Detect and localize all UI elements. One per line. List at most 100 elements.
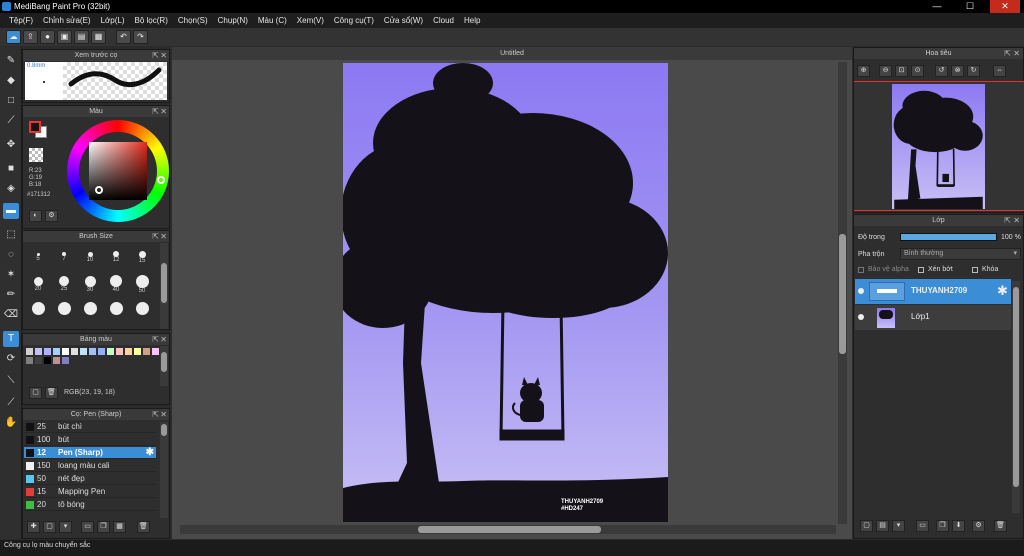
undock-icon[interactable]: ⇱ [1004, 48, 1011, 59]
menu-cloud[interactable]: Cloud [428, 13, 459, 28]
brush-size-option[interactable]: 50 [131, 272, 153, 294]
text-tool-icon[interactable]: T [3, 331, 19, 347]
menu-help[interactable]: Help [459, 13, 485, 28]
cloud-icon[interactable]: ☁ [6, 30, 21, 44]
brush-menu-icon[interactable]: ▾ [59, 521, 72, 533]
merge-layer-icon[interactable]: ⬇ [952, 520, 965, 532]
brush-settings-icon[interactable]: ▦ [113, 521, 126, 533]
brush-gear-icon[interactable]: ✱ [146, 447, 154, 459]
hand-tool-icon[interactable]: ✋ [3, 415, 19, 431]
close-panel-icon[interactable]: ✕ [160, 409, 167, 420]
add-palette-icon[interactable]: ▢ [29, 387, 42, 399]
delete-layer-icon[interactable]: 🗑 [994, 520, 1007, 532]
undock-icon[interactable]: ⇱ [152, 334, 159, 345]
palette-swatch[interactable] [125, 348, 132, 355]
rotate-left-icon[interactable]: ↺ [935, 65, 948, 77]
menu-file[interactable]: Tệp(F) [4, 13, 38, 28]
brush-size-option[interactable]: 25 [53, 272, 75, 292]
palette-scrollbar[interactable] [160, 346, 168, 386]
minimize-button[interactable]: — [922, 0, 952, 13]
pen-tool-icon[interactable]: ⟋ [3, 113, 19, 129]
layer-row[interactable]: THUYANH2709 ✱ [855, 279, 1011, 304]
transparent-color-swatch[interactable] [29, 148, 43, 162]
save-as-icon[interactable]: ▤ [74, 30, 89, 44]
palette-swatch[interactable] [26, 348, 33, 355]
brush-tool-icon[interactable]: ✎ [3, 53, 19, 69]
brush-size-option[interactable]: 12 [105, 245, 127, 265]
color-mix-icon[interactable]: ◐ [29, 210, 42, 222]
sv-picker-handle[interactable] [95, 186, 103, 194]
brush-size-option[interactable]: 30 [79, 272, 101, 293]
new-halftone-layer-icon[interactable]: ▤ [876, 520, 889, 532]
maximize-button[interactable]: ☐ [955, 0, 985, 13]
duplicate-layer-icon[interactable]: ❐ [936, 520, 949, 532]
palette-swatch[interactable] [62, 348, 69, 355]
close-panel-icon[interactable]: ✕ [160, 50, 167, 61]
delete-palette-icon[interactable]: 🗑 [45, 387, 58, 399]
blend-mode-select[interactable]: Bình thường ▾ [900, 248, 1021, 260]
color-settings-icon[interactable]: ⚙ [45, 210, 58, 222]
brush-list-item[interactable]: 150 loang màu cali [24, 460, 156, 472]
palette-swatch[interactable] [152, 348, 159, 355]
brush-size-option[interactable]: 10 [79, 245, 101, 265]
brush-folder-icon[interactable]: ▭ [81, 521, 94, 533]
brush-size-option[interactable]: 5 [27, 245, 49, 265]
zoom-in-icon[interactable]: ⊕ [857, 65, 870, 77]
layer-settings-icon[interactable]: ⚙ [972, 520, 985, 532]
brush-list-item[interactable]: 100 bút [24, 434, 156, 446]
export-icon[interactable]: ⇪ [23, 30, 38, 44]
move-tool-icon[interactable]: ✥ [3, 137, 19, 153]
palette-swatch[interactable] [53, 348, 60, 355]
select-eraser-tool-icon[interactable]: ⌫ [3, 307, 19, 323]
brush-size-option[interactable]: 40 [105, 272, 127, 293]
new-layer-menu-icon[interactable]: ▾ [892, 520, 905, 532]
add-brush-icon[interactable]: ✚ [27, 521, 40, 533]
palette-swatch[interactable] [62, 357, 69, 364]
palette-swatch[interactable] [134, 348, 141, 355]
undock-icon[interactable]: ⇱ [152, 409, 159, 420]
brush-list-item[interactable]: 50 nét đẹp [24, 473, 156, 485]
brush-size-option[interactable] [131, 299, 153, 319]
palette-swatch[interactable] [143, 348, 150, 355]
redo-icon[interactable]: ↷ [133, 30, 148, 44]
bucket-tool-icon[interactable]: ◈ [3, 181, 19, 197]
brush-size-option[interactable]: 20 [27, 272, 49, 292]
palette-swatch[interactable] [80, 348, 87, 355]
save-icon[interactable]: ▣ [57, 30, 72, 44]
palette-swatch[interactable] [71, 348, 78, 355]
menu-filter[interactable]: Bộ lọc(R) [130, 13, 173, 28]
layer-folder-icon[interactable]: ▭ [916, 520, 929, 532]
hue-picker-handle[interactable] [157, 176, 165, 184]
palette-swatch[interactable] [53, 357, 60, 364]
palette-swatch[interactable] [35, 348, 42, 355]
undo-icon[interactable]: ↶ [116, 30, 131, 44]
new-brush-icon[interactable]: ▢ [43, 521, 56, 533]
menu-snap[interactable]: Chụp(N) [213, 13, 253, 28]
eyedropper-tool-icon[interactable]: ⟋ [3, 395, 19, 411]
fill-rect-tool-icon[interactable]: ■ [3, 161, 19, 177]
brush-size-option[interactable] [105, 299, 127, 319]
menu-tools[interactable]: Công cụ(T) [329, 13, 379, 28]
fit-icon[interactable]: ⊡ [895, 65, 908, 77]
protect-alpha-checkbox[interactable] [858, 267, 864, 273]
palette-swatch[interactable] [116, 348, 123, 355]
magic-wand-tool-icon[interactable]: ✶ [3, 267, 19, 283]
copy-brush-icon[interactable]: ❐ [97, 521, 110, 533]
menu-select[interactable]: Chọn(S) [173, 13, 213, 28]
lock-checkbox[interactable] [972, 267, 978, 273]
eraser-tool-icon[interactable]: ◆ [3, 73, 19, 89]
brush-list-scrollbar[interactable] [160, 422, 168, 518]
menu-layer[interactable]: Lớp(L) [96, 13, 130, 28]
blur-tool-icon[interactable]: ⟍ [3, 373, 19, 389]
palette-swatch[interactable] [44, 348, 51, 355]
brush-size-option[interactable] [27, 299, 49, 319]
brush-list-item[interactable]: 20 tô bóng [24, 499, 156, 511]
zoom-out-icon[interactable]: ⊖ [879, 65, 892, 77]
canvas-horizontal-scrollbar[interactable] [180, 525, 836, 534]
delete-brush-icon[interactable]: 🗑 [137, 521, 150, 533]
brush-size-scrollbar[interactable] [160, 243, 168, 329]
visibility-eye-icon[interactable] [858, 314, 864, 320]
close-panel-icon[interactable]: ✕ [160, 334, 167, 345]
close-button[interactable]: ✕ [990, 0, 1020, 13]
close-panel-icon[interactable]: ✕ [160, 231, 167, 242]
